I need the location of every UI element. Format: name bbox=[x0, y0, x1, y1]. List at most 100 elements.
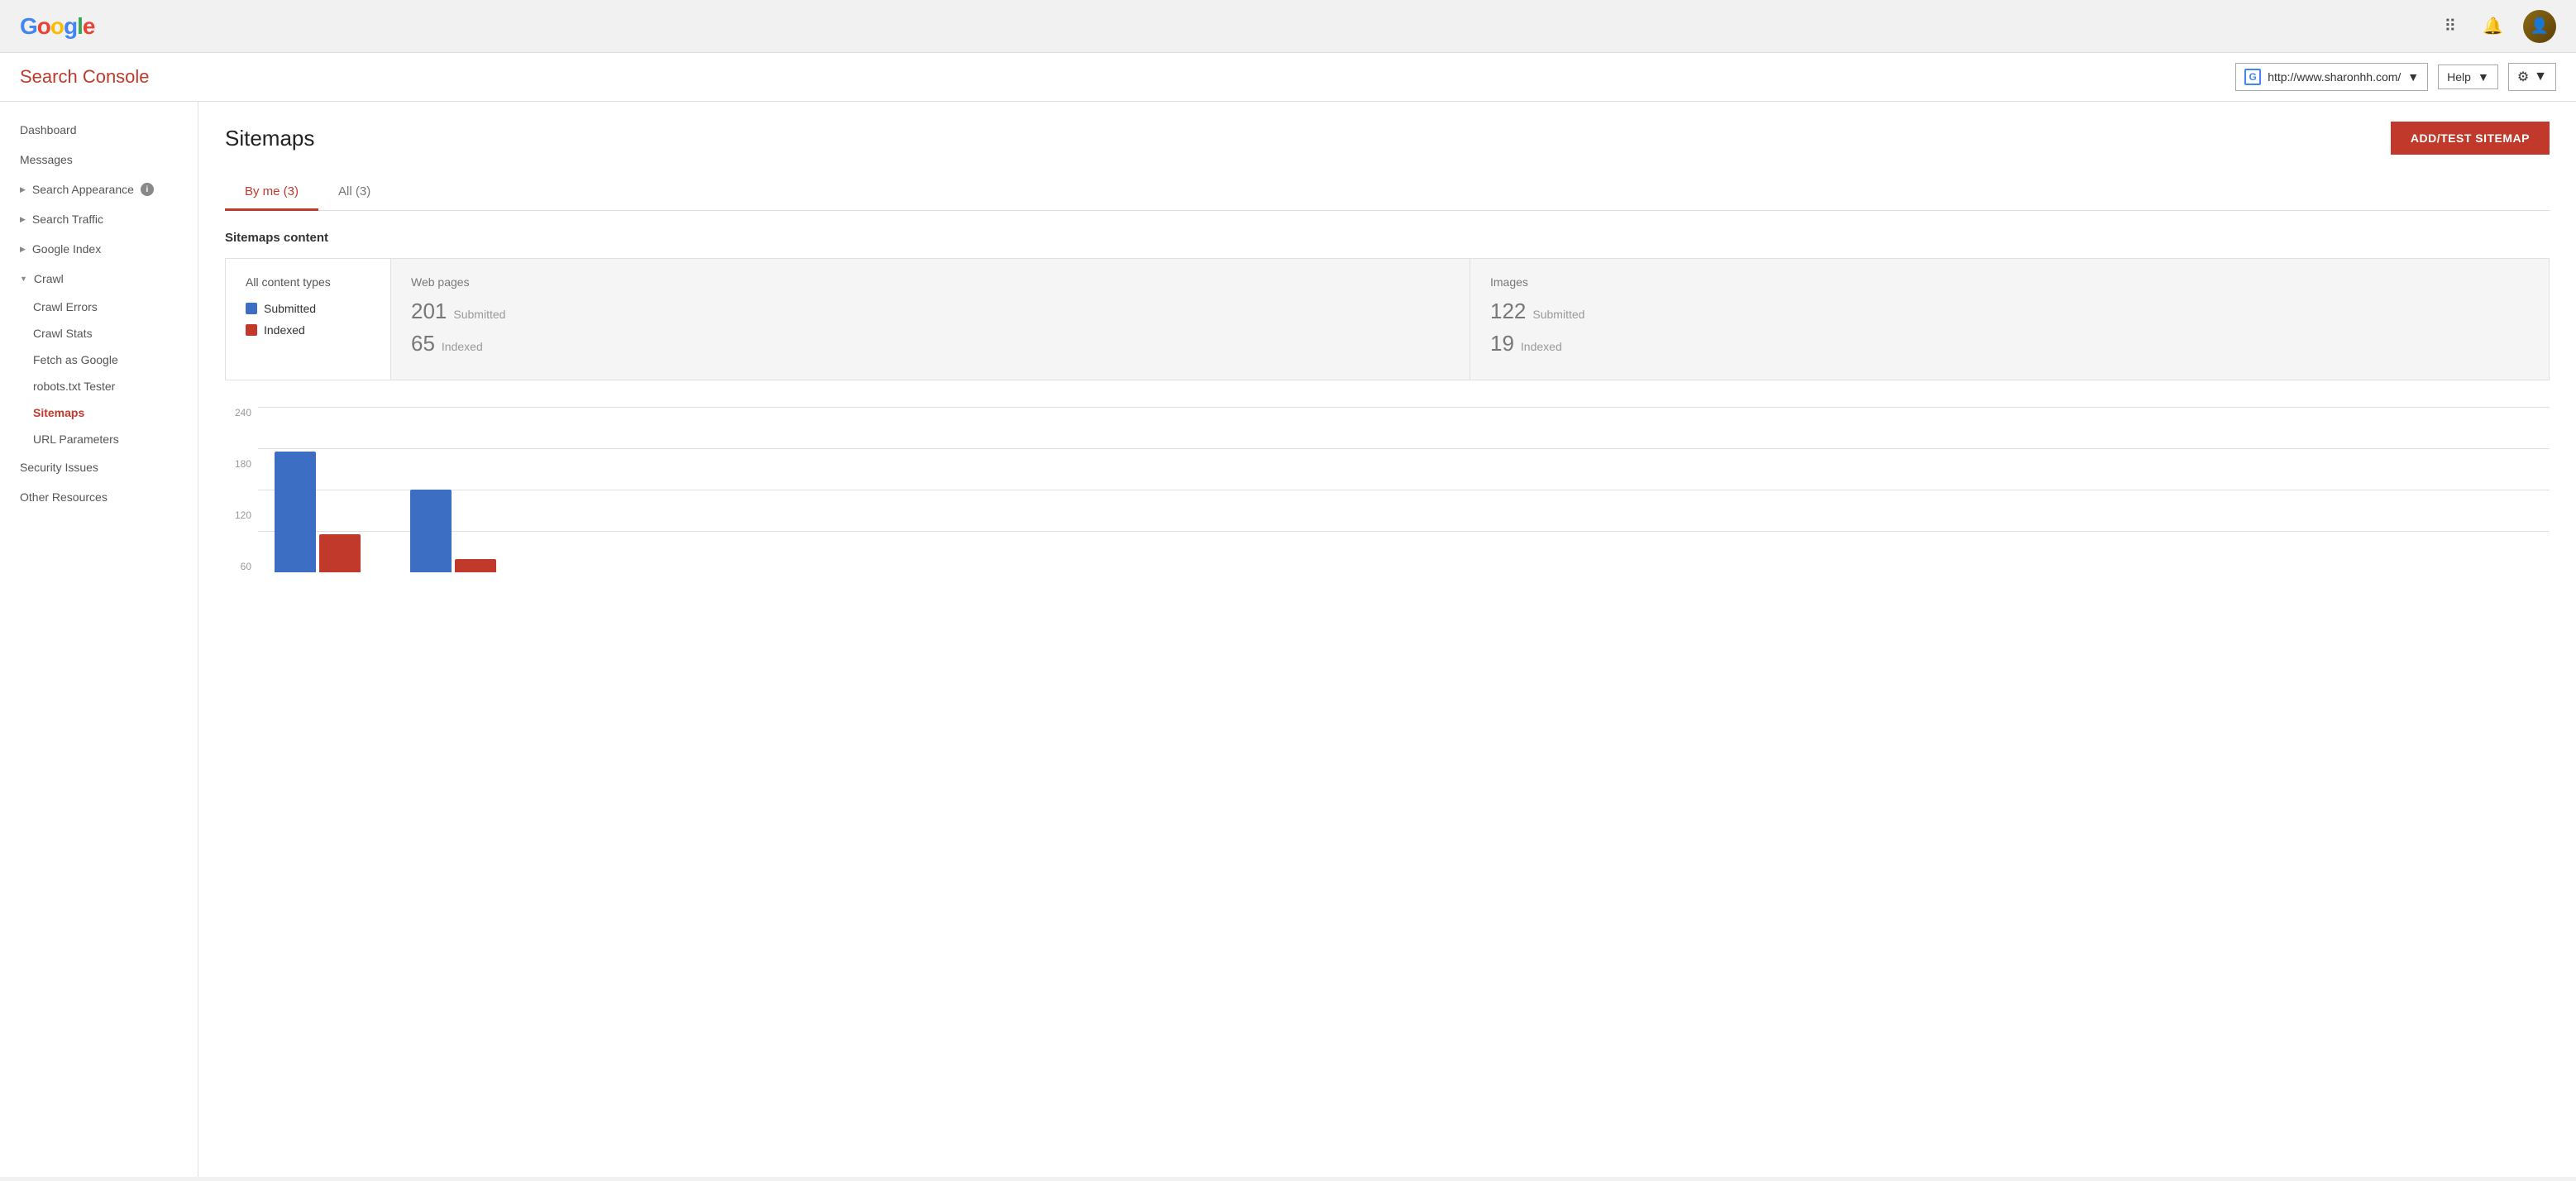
chart-area: 240 180 120 60 bbox=[225, 407, 2550, 572]
sub-header: Search Console G http://www.sharonhh.com… bbox=[0, 53, 2576, 102]
page-title: Sitemaps bbox=[225, 126, 314, 151]
sidebar-item-dashboard[interactable]: Dashboard bbox=[0, 115, 198, 145]
images-indexed-row: 19 Indexed bbox=[1490, 331, 2529, 356]
logo-g-blue: G bbox=[20, 13, 37, 40]
logo-g-yellow: o bbox=[50, 13, 64, 40]
images-indexed-count: 19 bbox=[1490, 331, 1514, 356]
crawl-errors-label: Crawl Errors bbox=[33, 300, 98, 313]
bar-2-blue bbox=[410, 490, 452, 572]
legend-submitted: Submitted bbox=[246, 302, 370, 315]
sidebar-item-crawl-errors[interactable]: Crawl Errors bbox=[0, 294, 198, 320]
sitemaps-label: Sitemaps bbox=[33, 406, 84, 419]
crawl-label: Crawl bbox=[34, 272, 64, 285]
site-dropdown-arrow: ▼ bbox=[2407, 70, 2419, 84]
content-type-label: All content types bbox=[246, 275, 370, 289]
sidebar-item-other-resources[interactable]: Other Resources bbox=[0, 482, 198, 512]
bar-group-1 bbox=[275, 452, 361, 572]
grid-icon: ⠿ bbox=[2444, 16, 2456, 36]
y-label-180: 180 bbox=[225, 458, 258, 470]
google-logo: Google bbox=[20, 13, 94, 40]
images-title: Images bbox=[1490, 275, 2529, 289]
header-right: ⠿ 🔔 👤 bbox=[2437, 9, 2556, 43]
sidebar-item-url-parameters[interactable]: URL Parameters bbox=[0, 426, 198, 452]
web-pages-indexed-label: Indexed bbox=[442, 340, 483, 353]
tabs-bar: By me (3) All (3) bbox=[225, 175, 2550, 211]
top-header: Google ⠿ 🔔 👤 bbox=[0, 0, 2576, 53]
gear-icon: ⚙ bbox=[2517, 69, 2529, 85]
indexed-legend-label: Indexed bbox=[264, 323, 305, 337]
logo-g-blue2: g bbox=[64, 13, 77, 40]
messages-label: Messages bbox=[20, 153, 73, 166]
sitemaps-content-title: Sitemaps content bbox=[225, 231, 2550, 245]
url-parameters-label: URL Parameters bbox=[33, 433, 119, 446]
search-traffic-label: Search Traffic bbox=[32, 213, 103, 226]
tab-all[interactable]: All (3) bbox=[318, 175, 390, 211]
web-pages-submitted-count: 201 bbox=[411, 299, 447, 324]
user-avatar[interactable]: 👤 bbox=[2523, 10, 2556, 43]
images-indexed-label: Indexed bbox=[1521, 340, 1562, 353]
sidebar-item-fetch-as-google[interactable]: Fetch as Google bbox=[0, 347, 198, 373]
tab-by-me[interactable]: By me (3) bbox=[225, 175, 318, 211]
images-card: Images 122 Submitted 19 Indexed bbox=[1470, 259, 2549, 380]
content-type-panel: All content types Submitted Indexed bbox=[226, 259, 391, 380]
sidebar-item-security-issues[interactable]: Security Issues bbox=[0, 452, 198, 482]
settings-dropdown[interactable]: ⚙ ▼ bbox=[2508, 63, 2556, 91]
chart-grid bbox=[258, 407, 2550, 572]
submitted-legend-label: Submitted bbox=[264, 302, 316, 315]
logo-g-green: l bbox=[77, 13, 83, 40]
bar-1-red bbox=[319, 534, 361, 572]
sidebar-item-crawl-stats[interactable]: Crawl Stats bbox=[0, 320, 198, 347]
web-pages-submitted-label: Submitted bbox=[453, 308, 505, 321]
security-issues-label: Security Issues bbox=[20, 461, 98, 474]
grid-icon-button[interactable]: ⠿ bbox=[2437, 9, 2463, 43]
indexed-dot bbox=[246, 324, 257, 336]
images-submitted-count: 122 bbox=[1490, 299, 1526, 324]
fetch-as-google-label: Fetch as Google bbox=[33, 353, 118, 366]
logo-g-red: o bbox=[37, 13, 50, 40]
sidebar-item-sitemaps[interactable]: Sitemaps bbox=[0, 399, 198, 426]
other-resources-label: Other Resources bbox=[20, 490, 108, 504]
y-label-240: 240 bbox=[225, 407, 258, 418]
help-dropdown[interactable]: Help ▼ bbox=[2438, 65, 2498, 89]
crawl-stats-label: Crawl Stats bbox=[33, 327, 93, 340]
google-index-label: Google Index bbox=[32, 242, 101, 256]
web-pages-card: Web pages 201 Submitted 65 Indexed bbox=[391, 259, 1470, 380]
submitted-dot bbox=[246, 303, 257, 314]
info-icon[interactable]: i bbox=[141, 183, 154, 196]
sidebar-item-robots-txt[interactable]: robots.txt Tester bbox=[0, 373, 198, 399]
web-pages-title: Web pages bbox=[411, 275, 1450, 289]
main-layout: Dashboard Messages Search Appearance i S… bbox=[0, 102, 2576, 1177]
avatar-image: 👤 bbox=[2523, 10, 2556, 43]
notification-bell-button[interactable]: 🔔 bbox=[2476, 9, 2510, 43]
g-favicon: G bbox=[2244, 69, 2261, 85]
bars-container bbox=[258, 407, 2550, 572]
robots-txt-label: robots.txt Tester bbox=[33, 380, 115, 393]
page-header: Sitemaps ADD/TEST SITEMAP bbox=[225, 122, 2550, 155]
sidebar-item-search-appearance[interactable]: Search Appearance i bbox=[0, 175, 198, 204]
web-pages-indexed-count: 65 bbox=[411, 331, 435, 356]
images-submitted-label: Submitted bbox=[1532, 308, 1584, 321]
web-pages-indexed-row: 65 Indexed bbox=[411, 331, 1450, 356]
sidebar-item-search-traffic[interactable]: Search Traffic bbox=[0, 204, 198, 234]
tab-by-me-label: By me (3) bbox=[245, 184, 299, 198]
search-appearance-label: Search Appearance bbox=[32, 183, 134, 196]
sidebar-item-messages[interactable]: Messages bbox=[0, 145, 198, 175]
add-sitemap-button[interactable]: ADD/TEST SITEMAP bbox=[2391, 122, 2550, 155]
web-pages-submitted-row: 201 Submitted bbox=[411, 299, 1450, 324]
bar-group-2 bbox=[410, 490, 496, 572]
bar-2-red bbox=[455, 559, 496, 572]
legend-indexed: Indexed bbox=[246, 323, 370, 337]
bell-icon: 🔔 bbox=[2483, 16, 2503, 36]
logo-g-red2: e bbox=[83, 13, 95, 40]
y-label-60: 60 bbox=[225, 561, 258, 572]
images-submitted-row: 122 Submitted bbox=[1490, 299, 2529, 324]
dashboard-label: Dashboard bbox=[20, 123, 77, 136]
sidebar: Dashboard Messages Search Appearance i S… bbox=[0, 102, 198, 1177]
help-label: Help bbox=[2447, 70, 2471, 84]
main-content: Sitemaps ADD/TEST SITEMAP By me (3) All … bbox=[198, 102, 2576, 1177]
sidebar-item-crawl[interactable]: Crawl bbox=[0, 264, 198, 294]
sidebar-item-google-index[interactable]: Google Index bbox=[0, 234, 198, 264]
site-selector[interactable]: G http://www.sharonhh.com/ ▼ bbox=[2235, 63, 2428, 91]
sub-header-right: G http://www.sharonhh.com/ ▼ Help ▼ ⚙ ▼ bbox=[2235, 63, 2556, 91]
settings-dropdown-arrow: ▼ bbox=[2534, 69, 2547, 84]
